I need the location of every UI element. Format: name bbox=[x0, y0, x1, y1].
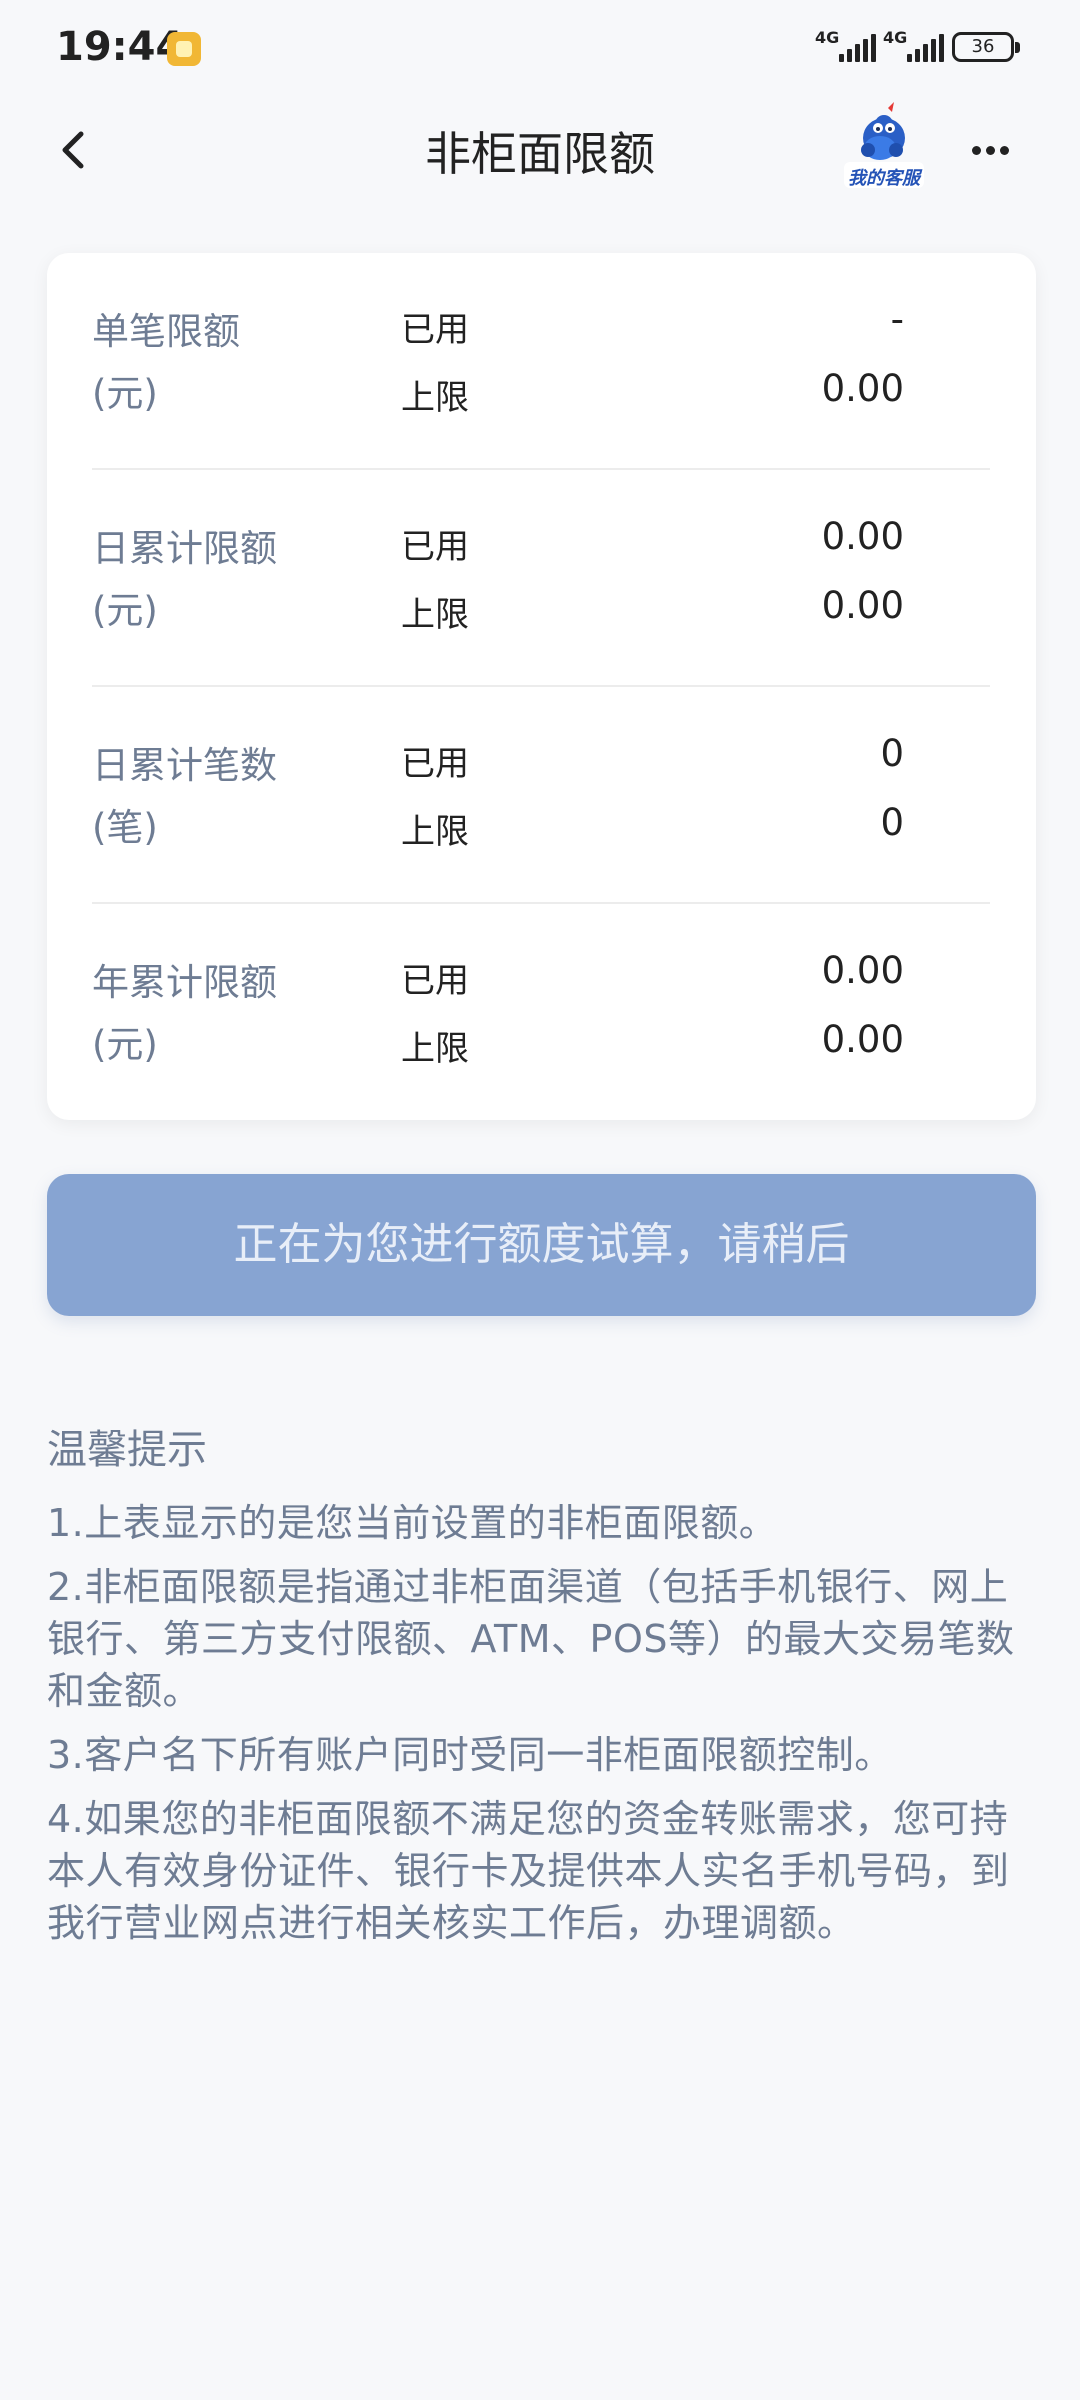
limit-value: 0 bbox=[880, 801, 904, 844]
top-navigation-bar: 非柜面限额 我的客服 bbox=[0, 96, 1080, 206]
row-label: 单笔限额(元) bbox=[92, 310, 240, 415]
signal-strength-icon: 4G bbox=[815, 28, 881, 64]
notification-icon bbox=[167, 32, 201, 66]
status-bar: 19:44 4G 4G 36 bbox=[0, 0, 1080, 96]
network-type-label-2: 4G bbox=[883, 28, 908, 47]
tips-section: 温馨提示 1.上表显示的是您当前设置的非柜面限额。 2.非柜面限额是指通过非柜面… bbox=[47, 1415, 1042, 1961]
limit-row-single: 单笔限额(元) 已用 - 上限 0.00 bbox=[92, 253, 990, 470]
customer-service-label: 我的客服 bbox=[848, 168, 920, 189]
limit-label: 上限 bbox=[401, 595, 469, 635]
tip-item: 2.非柜面限额是指通过非柜面渠道（包括手机银行、网上银行、第三方支付限额、ATM… bbox=[47, 1565, 1015, 1713]
used-value: - bbox=[890, 298, 904, 341]
tip-item: 1.上表显示的是您当前设置的非柜面限额。 bbox=[47, 1501, 778, 1545]
tips-title: 温馨提示 bbox=[47, 1427, 207, 1473]
chevron-left-icon[interactable] bbox=[50, 124, 100, 176]
limit-row-yearly-amount: 年累计限额(元) 已用 0.00 上限 0.00 bbox=[92, 904, 990, 1121]
row-label: 日累计限额(元) bbox=[92, 527, 277, 632]
limit-value: 0.00 bbox=[821, 1018, 904, 1061]
limit-label: 上限 bbox=[401, 378, 469, 418]
used-label: 已用 bbox=[401, 744, 469, 784]
customer-service-icon[interactable]: 我的客服 bbox=[830, 100, 938, 196]
row-label: 年累计限额(元) bbox=[92, 961, 277, 1066]
limit-row-daily-count: 日累计笔数(笔) 已用 0 上限 0 bbox=[92, 687, 990, 904]
used-value: 0.00 bbox=[821, 515, 904, 558]
tip-item: 4.如果您的非柜面限额不满足您的资金转账需求，您可持本人有效身份证件、银行卡及提… bbox=[47, 1797, 1010, 1945]
limit-label: 上限 bbox=[401, 1029, 469, 1069]
used-label: 已用 bbox=[401, 961, 469, 1001]
limit-row-daily-amount: 日累计限额(元) 已用 0.00 上限 0.00 bbox=[92, 470, 990, 687]
tip-item: 3.客户名下所有账户同时受同一非柜面限额控制。 bbox=[47, 1733, 893, 1777]
limit-label: 上限 bbox=[401, 812, 469, 852]
battery-icon: 36 bbox=[952, 32, 1020, 62]
limits-card: 单笔限额(元) 已用 - 上限 0.00 日累计限额(元) 已用 0.00 上限… bbox=[47, 253, 1036, 1120]
row-label: 日累计笔数(笔) bbox=[92, 744, 277, 849]
status-time: 19:44 bbox=[56, 24, 184, 70]
used-label: 已用 bbox=[401, 310, 469, 350]
used-label: 已用 bbox=[401, 527, 469, 567]
more-dots-icon[interactable] bbox=[960, 128, 1020, 172]
network-type-label: 4G bbox=[815, 28, 840, 47]
used-value: 0 bbox=[880, 732, 904, 775]
limit-value: 0.00 bbox=[821, 584, 904, 627]
limit-value: 0.00 bbox=[821, 367, 904, 410]
calculating-button[interactable]: 正在为您进行额度试算，请稍后 bbox=[47, 1174, 1036, 1316]
signal-strength-icon-2: 4G bbox=[883, 28, 949, 64]
used-value: 0.00 bbox=[821, 949, 904, 992]
